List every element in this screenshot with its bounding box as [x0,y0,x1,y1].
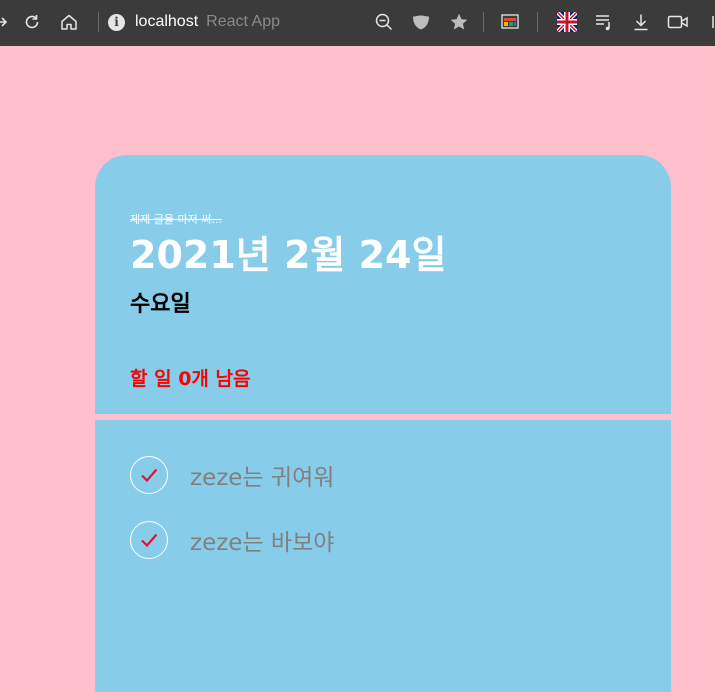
tasks-remaining: 할 일 0개 남음 [130,368,251,390]
checkbox-checked[interactable] [130,456,168,494]
video-camera-icon[interactable] [667,11,689,33]
weekday-label: 수요일 [130,292,191,317]
download-icon[interactable] [630,11,652,33]
page-title-hint: React App [206,13,280,30]
extension-cast-icon[interactable] [499,11,521,33]
toolbar-divider [537,12,538,32]
reload-icon[interactable] [21,11,43,33]
checkbox-checked[interactable] [130,521,168,559]
overflow-icon[interactable] [706,11,715,33]
todo-item[interactable]: zeze는 바보야 [130,520,334,560]
zoom-out-icon[interactable] [373,11,395,33]
forward-icon[interactable] [0,11,12,33]
translate-flag-icon[interactable] [556,11,578,33]
todo-list: zeze는 귀여워 zeze는 바보야 [95,420,671,692]
browser-toolbar: i localhost React App [0,0,715,46]
date-title: 2021년 2월 24일 [130,233,447,277]
todo-item[interactable]: zeze는 귀여워 [130,455,334,495]
checkmark-icon [141,468,158,483]
site-info-icon[interactable]: i [108,13,125,31]
todo-text: zeze는 귀여워 [190,465,335,491]
favorite-star-icon[interactable] [448,11,470,33]
url-host: localhost [135,13,199,30]
struck-note: 제제 글을 마저 써... [130,213,222,226]
todo-card: 제제 글을 마저 써... 2021년 2월 24일 수요일 할 일 0개 남음… [95,155,671,692]
checkmark-icon [141,533,158,548]
toolbar-divider [483,12,484,32]
reading-list-icon[interactable] [593,11,615,33]
shield-icon[interactable] [410,11,432,33]
todo-text: zeze는 바보야 [190,530,335,556]
todo-header: 제제 글을 마저 써... 2021년 2월 24일 수요일 할 일 0개 남음 [95,155,671,414]
home-icon[interactable] [58,11,80,33]
toolbar-divider [98,12,99,32]
address-bar[interactable]: i localhost React App [108,10,280,34]
